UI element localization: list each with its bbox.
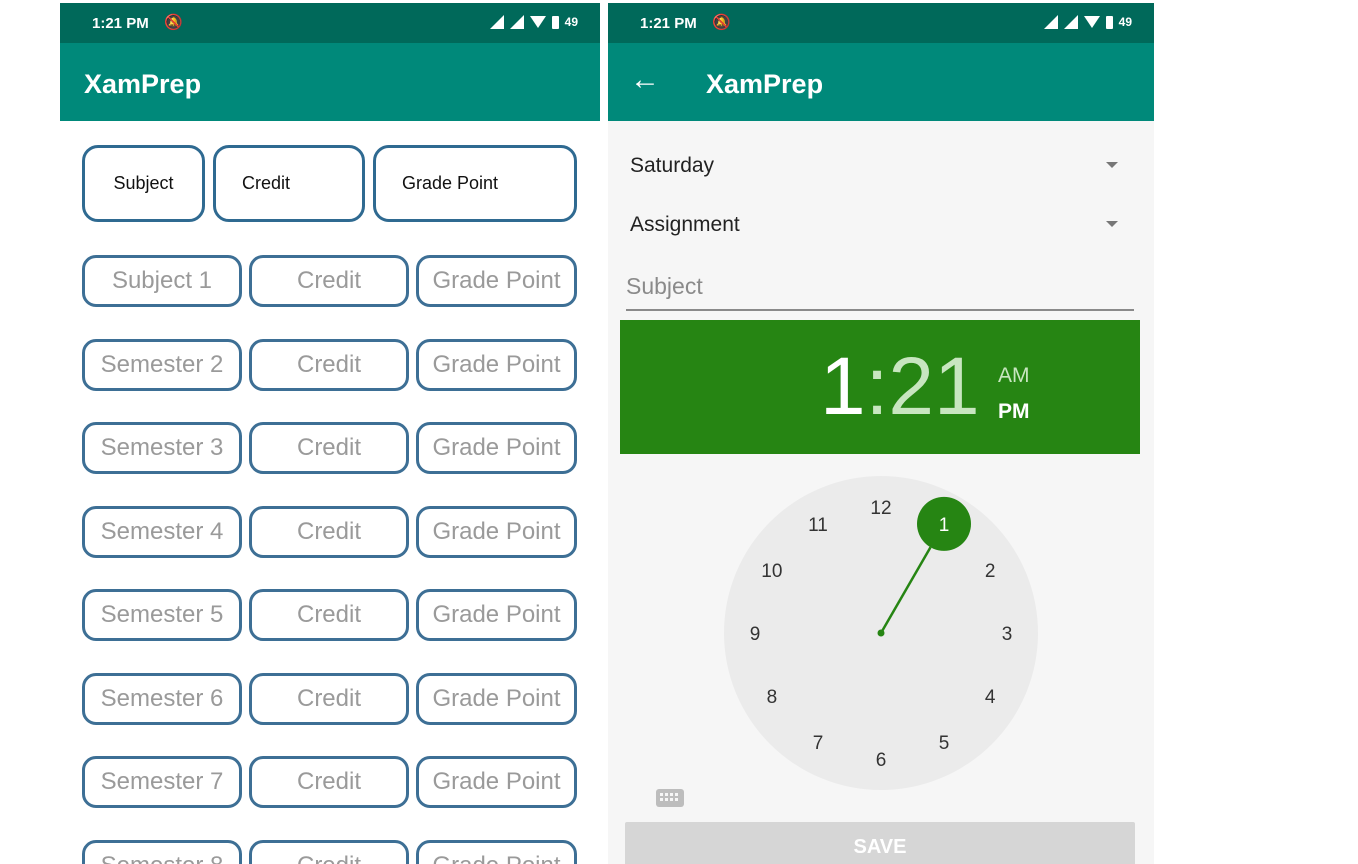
- subject-entry[interactable]: Semester 6: [82, 672, 242, 725]
- wifi-icon: [529, 16, 546, 28]
- grade-point-header-button[interactable]: Grade Point: [373, 145, 577, 222]
- subject-entry[interactable]: Semester 5: [82, 589, 242, 641]
- battery-level: 49: [564, 15, 578, 29]
- subject-header-label: Subject: [113, 173, 174, 193]
- battery-icon: [551, 15, 559, 29]
- battery-icon: [1105, 15, 1113, 29]
- grade-point-entry[interactable]: Grade Point: [416, 255, 577, 307]
- bell-off-icon: 🔕: [164, 14, 183, 31]
- subject-entry[interactable]: Semester 4: [82, 505, 242, 558]
- bell-off-icon: 🔕: [712, 14, 731, 31]
- dial-hour-10[interactable]: 10: [761, 561, 782, 582]
- clock-center: [877, 629, 885, 637]
- app-title: XamPrep: [84, 69, 202, 99]
- subject-header-button[interactable]: Subject: [82, 145, 205, 222]
- status-icons: 49: [489, 15, 578, 29]
- subject-input[interactable]: Subject: [626, 269, 1134, 311]
- type-picker-value: Assignment: [630, 213, 740, 236]
- grade-point-entry[interactable]: Grade Point: [416, 756, 577, 808]
- app-title: XamPrep: [706, 69, 824, 99]
- type-picker[interactable]: Assignment: [630, 205, 1120, 245]
- subject-entry[interactable]: Semester 7: [82, 756, 242, 808]
- left-screen: 1:21 PM 🔕 49 XamPrep Subject Credit Grad…: [60, 3, 600, 864]
- status-icons: 49: [1043, 15, 1132, 29]
- selected-time-display: 1:21: [820, 340, 980, 434]
- credit-entry[interactable]: Credit: [249, 672, 409, 725]
- save-button[interactable]: SAVE: [625, 822, 1135, 864]
- time-separator: :: [865, 341, 889, 432]
- status-time: 1:21 PM: [92, 15, 149, 32]
- dial-hour-7[interactable]: 7: [813, 733, 824, 754]
- credit-entry[interactable]: Credit: [249, 756, 409, 808]
- subject-placeholder: Subject: [626, 273, 703, 299]
- right-screen: 1:21 PM 🔕 49 ← XamPrep Saturday Assignme…: [608, 3, 1154, 864]
- am-toggle[interactable]: AM: [998, 364, 1030, 388]
- credit-entry[interactable]: Credit: [249, 839, 409, 864]
- signal-icon: [1043, 15, 1058, 29]
- dial-hour-6[interactable]: 6: [876, 750, 887, 771]
- app-toolbar: XamPrep: [60, 43, 600, 121]
- grade-point-entry[interactable]: Grade Point: [416, 589, 577, 641]
- grade-point-header-label: Grade Point: [402, 173, 499, 193]
- signal-icon: [1063, 15, 1078, 29]
- dial-hour-8[interactable]: 8: [767, 687, 778, 708]
- grade-point-entry[interactable]: Grade Point: [416, 839, 577, 864]
- dial-hour-3[interactable]: 3: [1002, 624, 1013, 645]
- dial-hour-2[interactable]: 2: [985, 561, 996, 582]
- dial-hour-4[interactable]: 4: [985, 687, 996, 708]
- day-picker-value: Saturday: [630, 154, 715, 177]
- credit-header-label: Credit: [242, 173, 291, 193]
- subject-entry[interactable]: Semester 8: [82, 839, 242, 864]
- signal-icon: [489, 15, 504, 29]
- wifi-icon: [1083, 16, 1100, 28]
- dial-hour-11[interactable]: 11: [808, 515, 828, 536]
- dial-hour-5[interactable]: 5: [939, 733, 950, 754]
- dial-hour-12[interactable]: 12: [870, 498, 891, 519]
- grade-point-entry[interactable]: Grade Point: [416, 505, 577, 558]
- clock-dial[interactable]: 121234567891011: [724, 476, 1038, 790]
- status-bar: 1:21 PM 🔕 49: [608, 3, 1154, 43]
- grade-point-entry[interactable]: Grade Point: [416, 422, 577, 474]
- status-time: 1:21 PM: [640, 15, 697, 32]
- subject-entry[interactable]: Subject 1: [82, 255, 242, 307]
- subject-entry[interactable]: Semester 2: [82, 338, 242, 391]
- credit-entry[interactable]: Credit: [249, 338, 409, 391]
- grade-point-entry[interactable]: Grade Point: [416, 338, 577, 391]
- credit-entry[interactable]: Credit: [249, 589, 409, 641]
- dial-hour-1[interactable]: 1: [939, 515, 950, 536]
- day-picker[interactable]: Saturday: [630, 146, 1120, 186]
- dropdown-arrow-icon: [1106, 162, 1118, 168]
- signal-icon: [509, 15, 524, 29]
- app-toolbar: ← XamPrep: [608, 43, 1154, 121]
- dropdown-arrow-icon: [1106, 221, 1118, 227]
- keyboard-icon[interactable]: [656, 789, 684, 807]
- credit-entry[interactable]: Credit: [249, 505, 409, 558]
- credit-entry[interactable]: Credit: [249, 255, 409, 307]
- status-bar: 1:21 PM 🔕 49: [60, 3, 600, 43]
- credit-entry[interactable]: Credit: [249, 422, 409, 474]
- credit-header-button[interactable]: Credit: [213, 145, 365, 222]
- time-picker-header: 1:21 AM PM: [620, 320, 1140, 454]
- dial-hour-9[interactable]: 9: [750, 624, 761, 645]
- pm-toggle[interactable]: PM: [998, 400, 1030, 424]
- battery-level: 49: [1118, 15, 1132, 29]
- minute-display[interactable]: 21: [888, 341, 979, 432]
- subject-entry[interactable]: Semester 3: [82, 422, 242, 474]
- hour-display[interactable]: 1: [820, 341, 866, 432]
- save-button-label: SAVE: [853, 836, 907, 858]
- grade-point-entry[interactable]: Grade Point: [416, 672, 577, 725]
- back-arrow-icon[interactable]: ←: [630, 63, 660, 97]
